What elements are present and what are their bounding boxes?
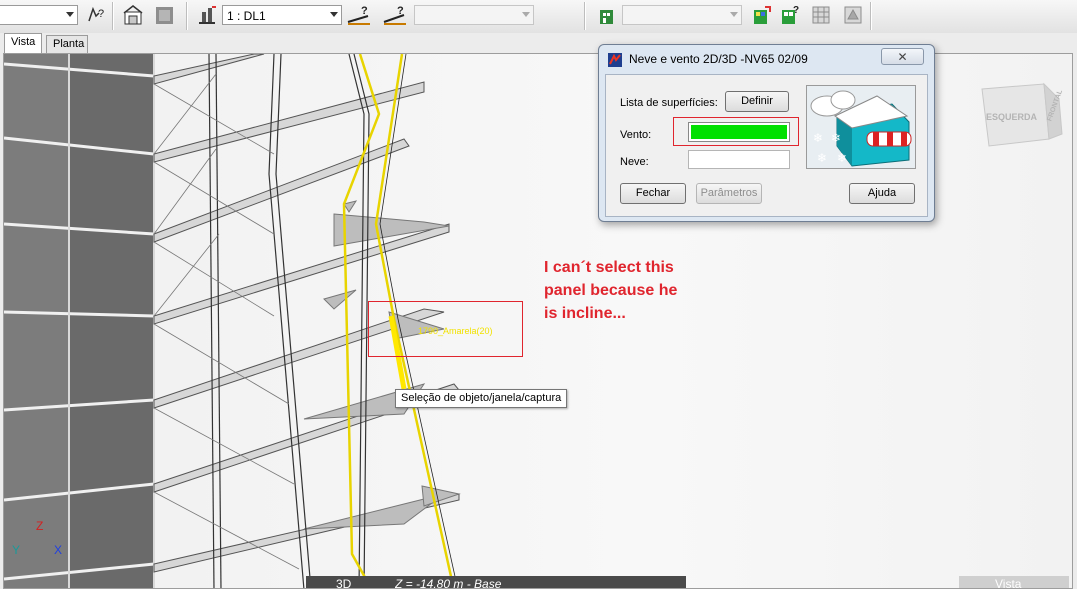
load-case-icon[interactable] (196, 4, 218, 26)
annotation-line-3: is incline... (544, 305, 626, 322)
dark-facade-right (69, 54, 154, 588)
help-pointer-icon[interactable]: ? (84, 4, 106, 26)
object-highlight-box (368, 301, 523, 357)
grid-icon-b[interactable] (842, 4, 864, 26)
svg-text:?: ? (397, 5, 404, 17)
tab-planta[interactable]: Planta (46, 35, 88, 53)
view-cube-left-label: ESQUERDA (986, 112, 1038, 122)
main-toolbar: ? 1 : DL1 ? ? ? (0, 0, 1077, 34)
toolbar-separator (186, 2, 188, 30)
define-button[interactable]: Definir (725, 91, 789, 112)
house-icon[interactable] (122, 4, 144, 26)
house-snow-icon: ❄ ❄ ❄ ❄ (810, 90, 912, 167)
svg-text:❄: ❄ (831, 131, 841, 145)
chevron-down-icon (330, 12, 338, 17)
view-mode-label: 3D (336, 577, 352, 589)
ramp-help-icon[interactable]: ? (346, 4, 372, 26)
parameters-button: Parâmetros (696, 183, 762, 204)
ramp-icon[interactable]: ? (382, 4, 408, 26)
disabled-combo (414, 5, 534, 25)
colored-building-icon[interactable] (750, 4, 772, 26)
surfaces-label: Lista de superfícies: (620, 97, 718, 109)
level-label: Z = -14.80 m - Base (395, 577, 502, 589)
toolbar-separator (112, 2, 114, 30)
close-icon[interactable]: ✕ (881, 48, 924, 65)
chevron-down-icon (66, 12, 74, 17)
svg-text:❄: ❄ (817, 151, 827, 165)
snow-label: Neve: (620, 156, 649, 168)
svg-text:❄: ❄ (837, 151, 847, 165)
snow-wind-illustration: ❄ ❄ ❄ ❄ (806, 85, 916, 169)
svg-text:?: ? (361, 5, 368, 17)
svg-text:?: ? (98, 8, 104, 20)
snow-wind-dialog: Neve e vento 2D/3D -NV65 02/09 ✕ Lista d… (598, 44, 935, 222)
chevron-down-icon (730, 12, 738, 17)
chevron-down-icon (522, 12, 530, 17)
gray-block-icon[interactable] (154, 4, 176, 26)
wind-label: Vento: (620, 129, 652, 141)
green-building-icon[interactable] (596, 4, 618, 26)
dialog-body: Lista de superfícies: Definir Vento: Nev… (605, 74, 928, 217)
grid-icon-a[interactable] (810, 4, 832, 26)
help-button[interactable]: Ajuda (849, 183, 915, 204)
toolbar-separator (584, 2, 586, 30)
close-button[interactable]: Fechar (620, 183, 686, 204)
wind-highlight-box (673, 117, 799, 146)
load-case-combo[interactable]: 1 : DL1 (222, 5, 342, 25)
tab-vista[interactable]: Vista (4, 33, 42, 53)
svg-text:?: ? (793, 5, 799, 16)
axis-y-label: Y (12, 543, 20, 557)
svg-text:❄: ❄ (813, 131, 823, 145)
toolbar-separator (870, 2, 872, 30)
snow-field[interactable] (688, 150, 790, 169)
app-icon (608, 53, 622, 67)
wind-building-icon[interactable]: ? (778, 4, 800, 26)
selection-tooltip: Seleção de objeto/janela/captura (395, 389, 568, 408)
annotation-line-1: I can´t select this (544, 259, 674, 276)
building-combo (622, 5, 742, 25)
object-filter-combo[interactable] (0, 5, 78, 25)
view-label: Vista (995, 577, 1022, 589)
axis-x-label: X (54, 543, 62, 557)
axis-z-label: Z (36, 519, 43, 533)
view-cube[interactable]: ESQUERDA FRONTAL (981, 82, 1064, 147)
dialog-title: Neve e vento 2D/3D -NV65 02/09 (629, 52, 808, 66)
annotation-line-2: panel because he (544, 282, 678, 299)
